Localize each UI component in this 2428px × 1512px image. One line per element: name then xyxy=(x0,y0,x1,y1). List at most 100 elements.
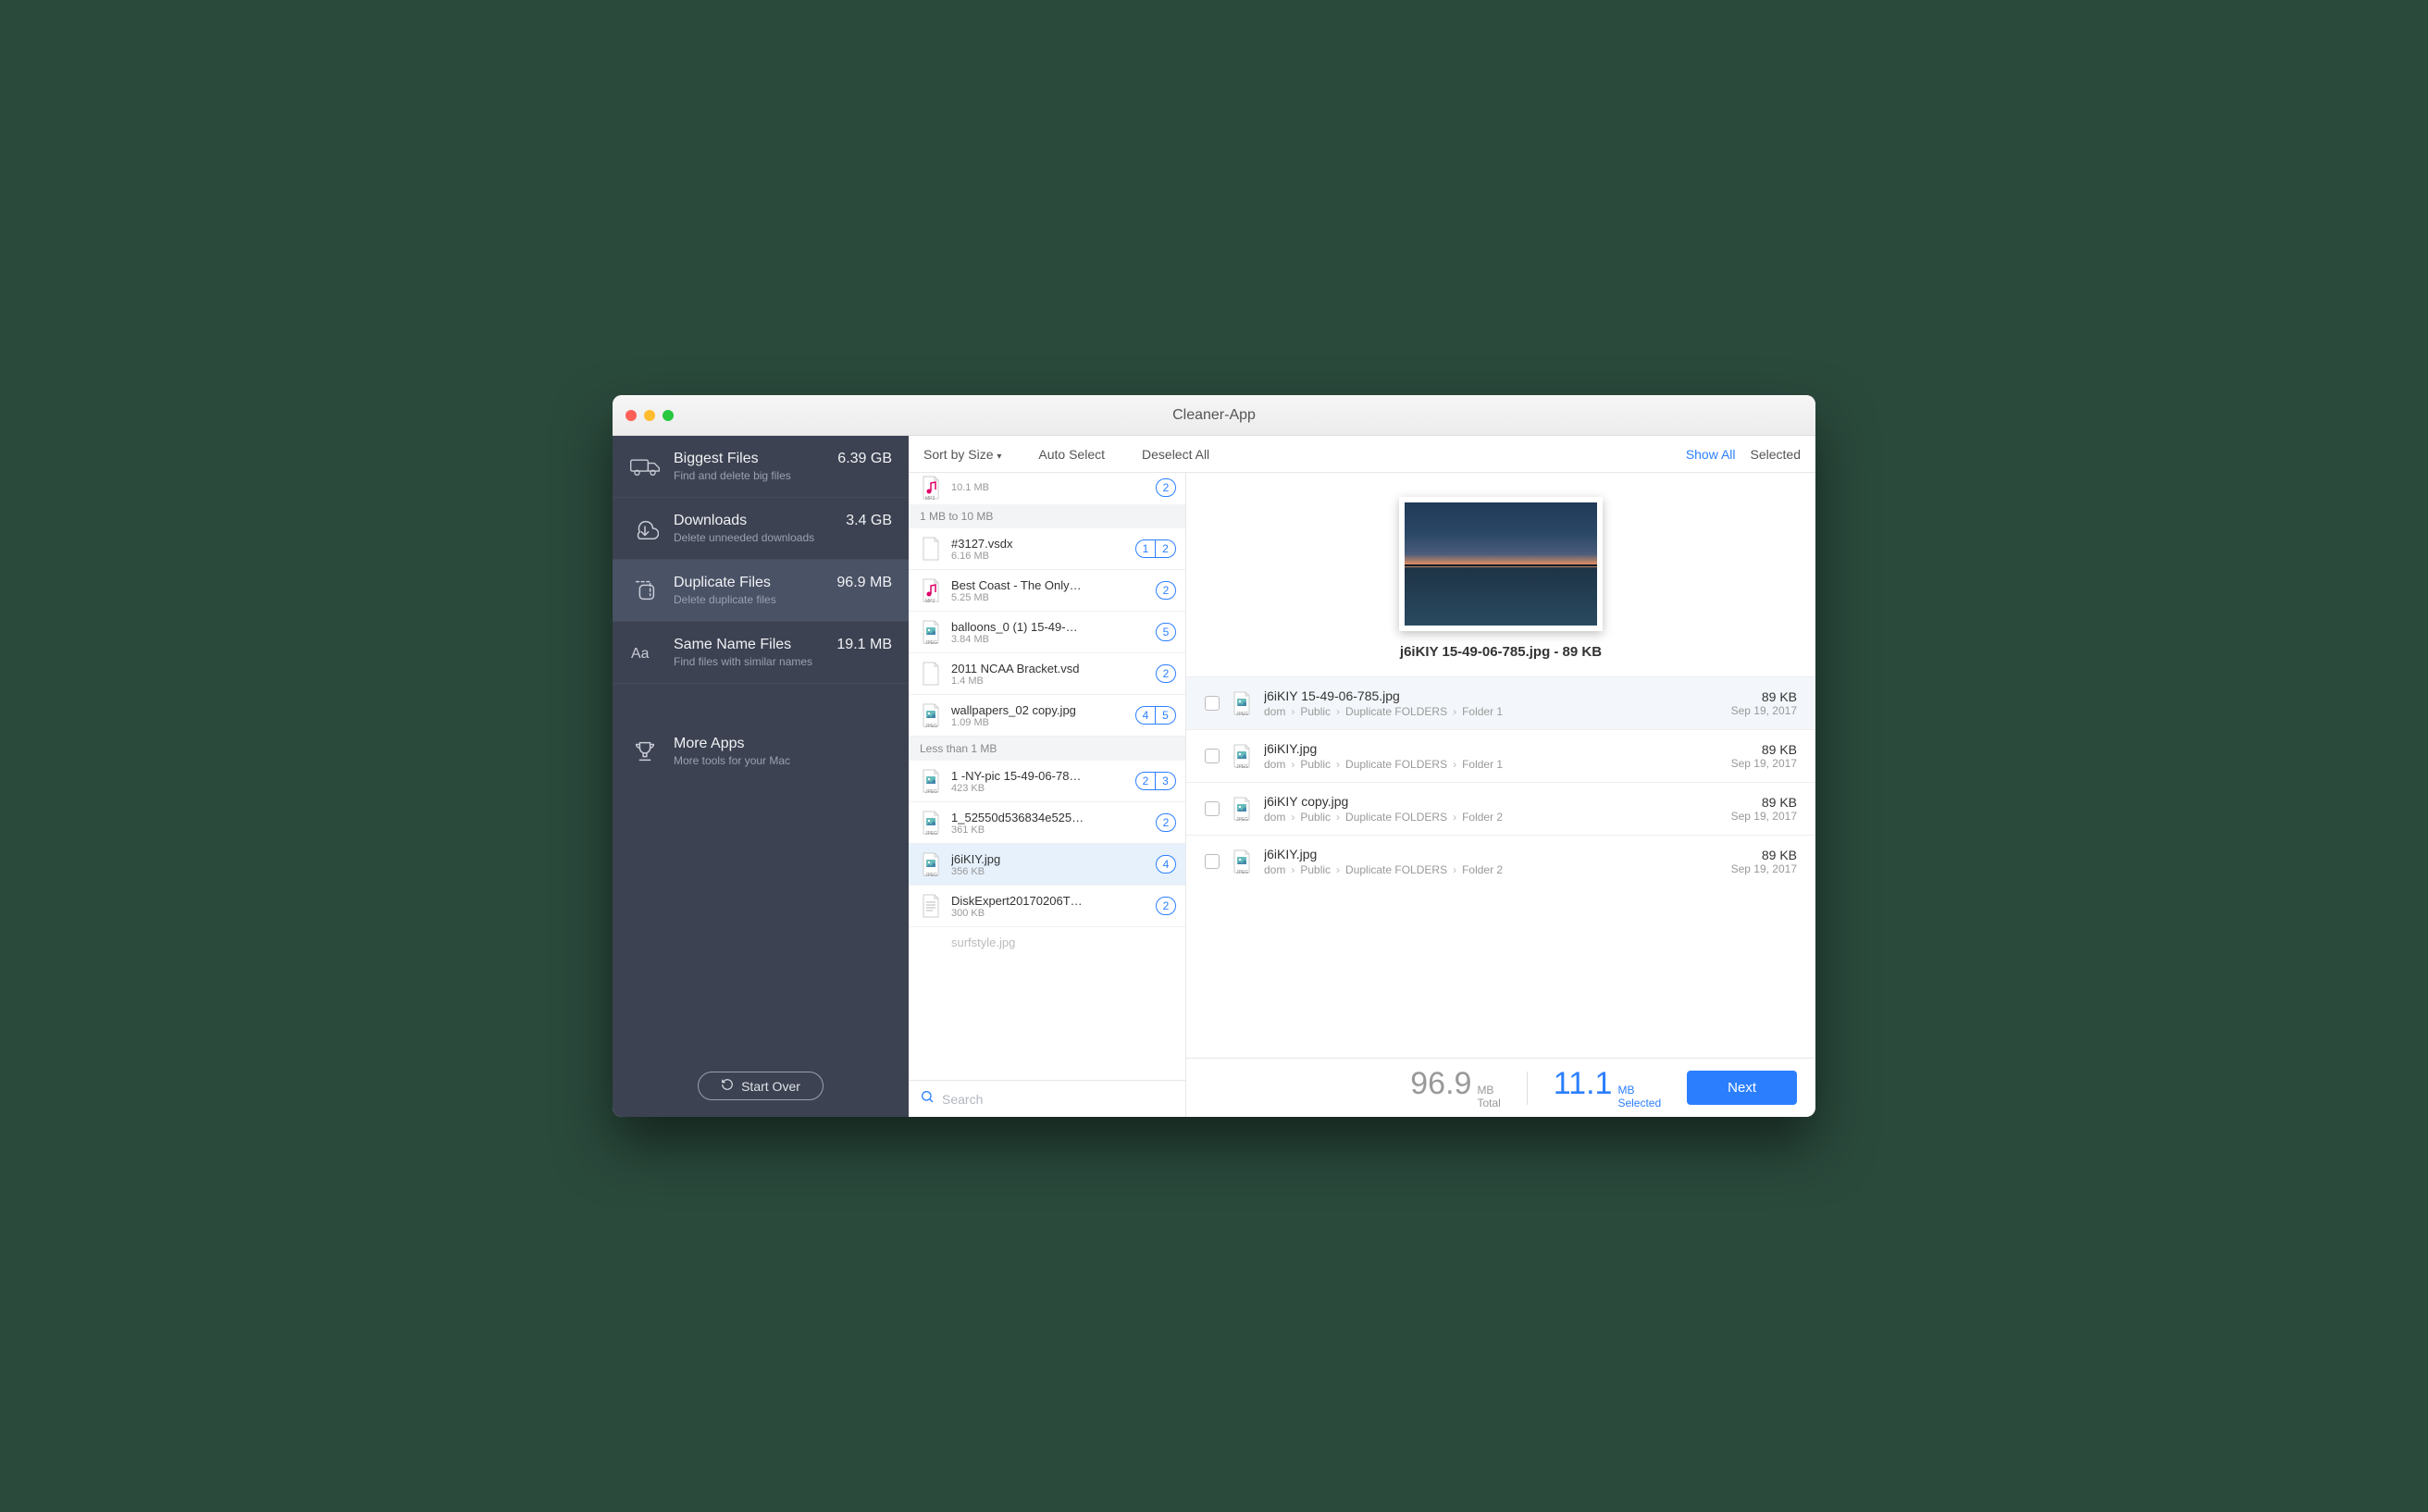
match-filename: j6iKIY.jpg xyxy=(1264,741,1720,756)
file-icon: MP3 xyxy=(920,475,942,501)
window-title: Cleaner-App xyxy=(613,407,1815,424)
toolbar: Sort by Size ▾ Auto Select Deselect All … xyxy=(909,436,1815,473)
checkbox[interactable] xyxy=(1205,801,1220,816)
file-group-row[interactable]: JPEG j6iKIY.jpg 356 KB 4 xyxy=(909,844,1185,886)
file-group-row[interactable]: surfstyle.jpg xyxy=(909,927,1185,959)
svg-text:JPEG: JPEG xyxy=(925,640,937,645)
checkbox[interactable] xyxy=(1205,854,1220,869)
sidebar-item-title: Same Name Files xyxy=(674,637,824,653)
match-row[interactable]: JPEG j6iKIY 15-49-06-785.jpg domPublicDu… xyxy=(1186,676,1815,729)
file-group-row[interactable]: #3127.vsdx 6.16 MB 12 xyxy=(909,528,1185,570)
count-badge[interactable]: 4 xyxy=(1135,706,1156,725)
file-name: DiskExpert20170206T… xyxy=(951,894,1146,908)
section-header: 1 MB to 10 MB xyxy=(909,504,1185,528)
file-group-row[interactable]: DiskExpert20170206T… 300 KB 2 xyxy=(909,886,1185,927)
search-icon xyxy=(920,1089,935,1109)
file-group-row[interactable]: JPEG balloons_0 (1) 15-49-… 3.84 MB 5 xyxy=(909,612,1185,653)
checkbox[interactable] xyxy=(1205,696,1220,711)
file-name: 1_52550d536834e525… xyxy=(951,811,1146,824)
count-badge[interactable]: 4 xyxy=(1156,855,1176,874)
match-size: 89 KB xyxy=(1731,742,1797,757)
file-size: 10.1 MB xyxy=(951,482,1146,493)
sidebar-item-subtitle: Find and delete big files xyxy=(674,469,824,482)
auto-select-button[interactable]: Auto Select xyxy=(1038,447,1105,462)
count-badge[interactable]: 2 xyxy=(1135,772,1156,790)
sidebar-item-size: 3.4 GB xyxy=(846,513,892,529)
file-icon: JPEG xyxy=(1231,690,1253,716)
sidebar-item-downloads[interactable]: Downloads Delete unneeded downloads 3.4 … xyxy=(613,498,909,559)
file-group-row[interactable]: JPEG wallpapers_02 copy.jpg 1.09 MB 45 xyxy=(909,695,1185,737)
svg-text:JPEG: JPEG xyxy=(925,831,937,836)
selected-toggle[interactable]: Selected xyxy=(1751,447,1801,462)
match-row[interactable]: JPEG j6iKIY.jpg domPublicDuplicate FOLDE… xyxy=(1186,835,1815,887)
match-row[interactable]: JPEG j6iKIY.jpg domPublicDuplicate FOLDE… xyxy=(1186,729,1815,782)
file-icon xyxy=(920,536,942,562)
next-button[interactable]: Next xyxy=(1687,1071,1797,1105)
start-over-label: Start Over xyxy=(741,1079,800,1094)
file-size: 5.25 MB xyxy=(951,592,1146,603)
sidebar-item-size: 96.9 MB xyxy=(836,575,892,591)
count-badge[interactable]: 5 xyxy=(1156,623,1176,641)
match-path: domPublicDuplicate FOLDERSFolder 2 xyxy=(1264,863,1720,876)
sidebar-item-title: Duplicate Files xyxy=(674,575,824,591)
match-row[interactable]: JPEG j6iKIY copy.jpg domPublicDuplicate … xyxy=(1186,782,1815,835)
count-badge[interactable]: 2 xyxy=(1156,581,1176,600)
file-icon: JPEG xyxy=(920,619,942,645)
match-date: Sep 19, 2017 xyxy=(1731,704,1797,717)
count-badge[interactable]: 2 xyxy=(1156,664,1176,683)
sidebar: Biggest Files Find and delete big files … xyxy=(613,436,909,1117)
svg-text:JPEG: JPEG xyxy=(925,789,937,794)
file-size: 1.4 MB xyxy=(951,675,1146,687)
footer: 96.9 MB Total 11.1 MB Selected xyxy=(1186,1058,1815,1117)
file-icon: JPEG xyxy=(1231,849,1253,874)
svg-text:JPEG: JPEG xyxy=(925,724,937,728)
file-name: 2011 NCAA Bracket.vsd xyxy=(951,662,1146,675)
show-all-toggle[interactable]: Show All xyxy=(1686,447,1736,462)
file-group-row[interactable]: MP3 10.1 MB 2 xyxy=(909,473,1185,504)
file-size: 3.84 MB xyxy=(951,634,1146,645)
file-icon: JPEG xyxy=(920,702,942,728)
sidebar-item-same-name-files[interactable]: Aa Same Name Files Find files with simil… xyxy=(613,622,909,683)
deselect-all-button[interactable]: Deselect All xyxy=(1142,447,1209,462)
file-size: 423 KB xyxy=(951,783,1126,794)
count-badge[interactable]: 3 xyxy=(1156,772,1176,790)
sidebar-item-title: Downloads xyxy=(674,513,833,529)
search-input[interactable] xyxy=(942,1092,1174,1107)
match-path: domPublicDuplicate FOLDERSFolder 1 xyxy=(1264,758,1720,771)
count-badge[interactable]: 1 xyxy=(1135,539,1156,558)
file-size: 6.16 MB xyxy=(951,551,1126,562)
sidebar-item-duplicate-files[interactable]: Duplicate Files Delete duplicate files 9… xyxy=(613,560,909,621)
svg-text:MP3: MP3 xyxy=(925,496,935,501)
matches-list: JPEG j6iKIY 15-49-06-785.jpg domPublicDu… xyxy=(1186,676,1815,1058)
preview-heading: j6iKIY 15-49-06-785.jpg - 89 KB xyxy=(1400,644,1602,660)
match-path: domPublicDuplicate FOLDERSFolder 1 xyxy=(1264,705,1720,718)
truck-icon xyxy=(629,451,661,482)
file-icon xyxy=(920,893,942,919)
file-icon: JPEG xyxy=(1231,796,1253,822)
sidebar-item-more-apps[interactable]: More Apps More tools for your Mac xyxy=(613,721,909,782)
sidebar-item-biggest-files[interactable]: Biggest Files Find and delete big files … xyxy=(613,436,909,497)
svg-text:MP3: MP3 xyxy=(925,599,935,603)
count-badge[interactable]: 2 xyxy=(1156,813,1176,832)
file-group-row[interactable]: MP3 Best Coast - The Only… 5.25 MB 2 xyxy=(909,570,1185,612)
svg-text:JPEG: JPEG xyxy=(1236,817,1248,822)
main: Sort by Size ▾ Auto Select Deselect All … xyxy=(909,436,1815,1117)
start-over-button[interactable]: Start Over xyxy=(698,1072,824,1100)
count-badge[interactable]: 2 xyxy=(1156,539,1176,558)
trophy-icon xyxy=(629,736,661,767)
checkbox[interactable] xyxy=(1205,749,1220,763)
count-badge[interactable]: 2 xyxy=(1156,897,1176,915)
detail-pane: j6iKIY 15-49-06-785.jpg - 89 KB JPEG j6i… xyxy=(1186,473,1815,1117)
file-group-row[interactable]: JPEG 1_52550d536834e525… 361 KB 2 xyxy=(909,802,1185,844)
file-group-row[interactable]: JPEG 1 -NY-pic 15-49-06-78… 423 KB 23 xyxy=(909,761,1185,802)
count-badge[interactable]: 5 xyxy=(1156,706,1176,725)
count-badge[interactable]: 2 xyxy=(1156,478,1176,497)
chevron-down-icon: ▾ xyxy=(997,452,1001,462)
match-date: Sep 19, 2017 xyxy=(1731,862,1797,875)
file-icon xyxy=(920,661,942,687)
file-name: j6iKIY.jpg xyxy=(951,852,1146,866)
selected-size-metric: 11.1 MB Selected xyxy=(1554,1066,1661,1109)
file-icon: JPEG xyxy=(920,851,942,877)
file-group-row[interactable]: 2011 NCAA Bracket.vsd 1.4 MB 2 xyxy=(909,653,1185,695)
sort-dropdown[interactable]: Sort by Size ▾ xyxy=(923,447,1001,462)
